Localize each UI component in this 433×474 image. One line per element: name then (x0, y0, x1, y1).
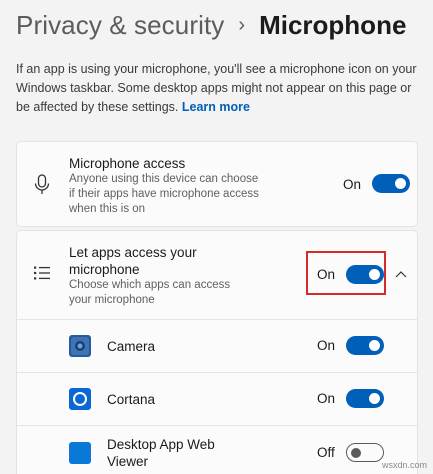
app-name-cortana: Cortana (107, 392, 156, 407)
microphone-icon (34, 174, 50, 194)
let-apps-access-title-1: Let apps access your (69, 245, 197, 260)
watermark: wsxdn.com (381, 460, 427, 470)
microphone-access-card: Microphone access Anyone using this devi… (16, 141, 418, 227)
toggle-knob (369, 340, 380, 351)
page-title: Microphone (259, 10, 407, 40)
webview-state-label: Off (317, 445, 335, 460)
breadcrumb: Privacy & security › Microphone (16, 10, 406, 41)
settings-page: Privacy & security › Microphone If an ap… (0, 0, 433, 474)
toggle-knob (351, 447, 361, 458)
learn-more-link[interactable]: Learn more (182, 100, 250, 114)
microphone-access-state-label: On (343, 177, 362, 192)
microphone-access-subtitle-2: if their apps have microphone access (69, 188, 259, 200)
row-divider (17, 319, 417, 320)
row-divider (17, 425, 417, 426)
cortana-state-label: On (317, 391, 336, 406)
toggle-knob (369, 393, 380, 404)
cortana-app-icon (69, 388, 91, 410)
highlight-annotation (306, 251, 386, 295)
microphone-access-title: Microphone access (69, 156, 186, 171)
let-apps-access-subtitle-1: Choose which apps can access (69, 279, 231, 291)
let-apps-access-title-2: microphone (69, 262, 140, 277)
microphone-access-subtitle-3: when this is on (69, 203, 146, 215)
toggle-knob (395, 178, 406, 189)
microphone-access-toggle[interactable] (372, 174, 410, 193)
cortana-toggle[interactable] (346, 389, 384, 408)
page-description: If an app is using your microphone, you'… (16, 60, 426, 117)
breadcrumb-separator-icon: › (238, 14, 246, 36)
let-apps-access-subtitle-2: your microphone (69, 294, 155, 306)
camera-state-label: On (317, 338, 336, 353)
breadcrumb-parent-link[interactable]: Privacy & security (16, 10, 224, 41)
list-icon (34, 266, 50, 280)
app-name-webview-1: Desktop App Web (107, 437, 215, 452)
camera-toggle[interactable] (346, 336, 384, 355)
camera-app-icon (69, 335, 91, 357)
app-name-webview-2: Viewer (107, 454, 149, 469)
webview-toggle[interactable] (346, 443, 384, 462)
webview-app-icon (69, 442, 91, 464)
microphone-access-subtitle-1: Anyone using this device can choose (69, 173, 259, 185)
row-divider (17, 372, 417, 373)
app-name-camera: Camera (107, 339, 156, 354)
chevron-up-icon[interactable] (395, 270, 407, 278)
